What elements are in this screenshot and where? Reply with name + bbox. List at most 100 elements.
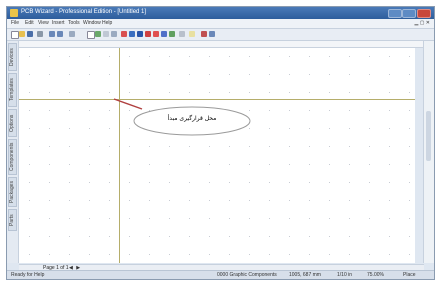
grid-dots bbox=[29, 56, 410, 255]
menu-insert[interactable]: Insert bbox=[52, 20, 65, 26]
grid-dot bbox=[49, 200, 50, 201]
grid-dot bbox=[49, 182, 50, 183]
track-icon[interactable] bbox=[129, 31, 135, 37]
run-icon[interactable] bbox=[209, 31, 215, 37]
grid-dot bbox=[209, 254, 210, 255]
copper-icon[interactable] bbox=[145, 31, 151, 37]
layer-blue-icon[interactable] bbox=[161, 31, 167, 37]
grid-dot bbox=[269, 92, 270, 93]
grid-dot bbox=[349, 164, 350, 165]
grid-dot bbox=[149, 182, 150, 183]
grid-dot bbox=[309, 56, 310, 57]
menu-help[interactable]: Help bbox=[102, 20, 112, 26]
print-icon[interactable] bbox=[37, 31, 43, 37]
grid-dot bbox=[129, 74, 130, 75]
origin-guide-vertical[interactable] bbox=[119, 48, 120, 263]
menu-file[interactable]: File bbox=[11, 20, 19, 26]
grid-dot bbox=[149, 236, 150, 237]
grid-dot bbox=[89, 128, 90, 129]
grid-dot bbox=[369, 92, 370, 93]
grid-dot bbox=[49, 56, 50, 57]
status-bar: Ready for Help 0000 Graphic Components 1… bbox=[7, 270, 434, 279]
grid-dot bbox=[49, 74, 50, 75]
scroll-thumb[interactable] bbox=[426, 111, 431, 161]
vertical-scrollbar[interactable] bbox=[423, 41, 434, 263]
grid-dot bbox=[329, 146, 330, 147]
grid-dot bbox=[109, 200, 110, 201]
menu-bar: File Edit View Insert Tools Window Help … bbox=[7, 19, 434, 29]
grid-dot bbox=[369, 200, 370, 201]
menu-view[interactable]: View bbox=[38, 20, 49, 26]
grid-dot bbox=[409, 56, 410, 57]
pad-icon[interactable] bbox=[137, 31, 143, 37]
grid-dot bbox=[309, 74, 310, 75]
grid-dot bbox=[129, 92, 130, 93]
callout-label: محل قرارگیری مبدأ bbox=[167, 115, 217, 122]
grid-dot bbox=[189, 164, 190, 165]
menu-window[interactable]: Window bbox=[83, 20, 101, 26]
grid-dot bbox=[209, 92, 210, 93]
grid-dot bbox=[389, 200, 390, 201]
grid-dot bbox=[109, 254, 110, 255]
grid-dot bbox=[289, 200, 290, 201]
grid-dot bbox=[389, 146, 390, 147]
grid-dot bbox=[269, 128, 270, 129]
probe-icon[interactable] bbox=[201, 31, 207, 37]
grid-dot bbox=[309, 110, 310, 111]
grid-dot bbox=[389, 74, 390, 75]
zoom-icon[interactable] bbox=[69, 31, 75, 37]
app-window: PCB Wizard - Professional Edition - [Unt… bbox=[6, 6, 435, 280]
grid-dot bbox=[329, 254, 330, 255]
grid-dot bbox=[69, 92, 70, 93]
grid-dot bbox=[269, 254, 270, 255]
grid-dot bbox=[169, 200, 170, 201]
grid-dot bbox=[349, 128, 350, 129]
grid-dot bbox=[269, 56, 270, 57]
close-button[interactable] bbox=[417, 9, 431, 18]
tab-packages[interactable]: Packages bbox=[8, 177, 17, 207]
grid-dot bbox=[169, 92, 170, 93]
measure-icon[interactable] bbox=[111, 31, 117, 37]
grid-dot bbox=[369, 74, 370, 75]
grid-dot bbox=[409, 200, 410, 201]
layer-grey-icon[interactable] bbox=[179, 31, 185, 37]
undo-icon[interactable] bbox=[49, 31, 55, 37]
save-icon[interactable] bbox=[27, 31, 33, 37]
tab-templates[interactable]: Templates bbox=[8, 73, 17, 107]
menu-tools[interactable]: Tools bbox=[68, 20, 80, 26]
grid-dot bbox=[69, 182, 70, 183]
mdi-controls[interactable]: ▁ ▢ ✕ bbox=[414, 20, 430, 26]
grid-dot bbox=[169, 218, 170, 219]
status-help-text: Ready for Help bbox=[11, 272, 45, 278]
tab-options[interactable]: Options bbox=[8, 109, 17, 137]
grid-dot bbox=[29, 110, 30, 111]
help-icon[interactable] bbox=[189, 31, 195, 37]
new-icon[interactable] bbox=[11, 31, 19, 39]
grid-dot bbox=[129, 56, 130, 57]
grid-dot bbox=[109, 128, 110, 129]
component-icon[interactable] bbox=[121, 31, 127, 37]
grid-dot bbox=[69, 254, 70, 255]
grid-dot bbox=[349, 92, 350, 93]
grid-dot bbox=[369, 182, 370, 183]
tab-components[interactable]: Components bbox=[8, 139, 17, 175]
grid-dot bbox=[409, 110, 410, 111]
grid-dot bbox=[389, 110, 390, 111]
grid-dot bbox=[249, 182, 250, 183]
wire-icon[interactable] bbox=[95, 31, 101, 37]
grid-dot bbox=[329, 218, 330, 219]
select-icon[interactable] bbox=[87, 31, 95, 39]
menu-edit[interactable]: Edit bbox=[25, 20, 34, 26]
grid-dot bbox=[269, 146, 270, 147]
maximize-button[interactable] bbox=[402, 9, 416, 18]
open-icon[interactable] bbox=[19, 31, 25, 37]
tab-parts[interactable]: Parts bbox=[8, 209, 17, 231]
text-icon[interactable] bbox=[103, 31, 109, 37]
grid-dot bbox=[329, 200, 330, 201]
tab-devices[interactable]: Devices bbox=[8, 43, 17, 71]
minimize-button[interactable] bbox=[388, 9, 402, 18]
layer-red-icon[interactable] bbox=[153, 31, 159, 37]
redo-icon[interactable] bbox=[57, 31, 63, 37]
layer-green-icon[interactable] bbox=[169, 31, 175, 37]
design-canvas[interactable] bbox=[19, 48, 415, 263]
